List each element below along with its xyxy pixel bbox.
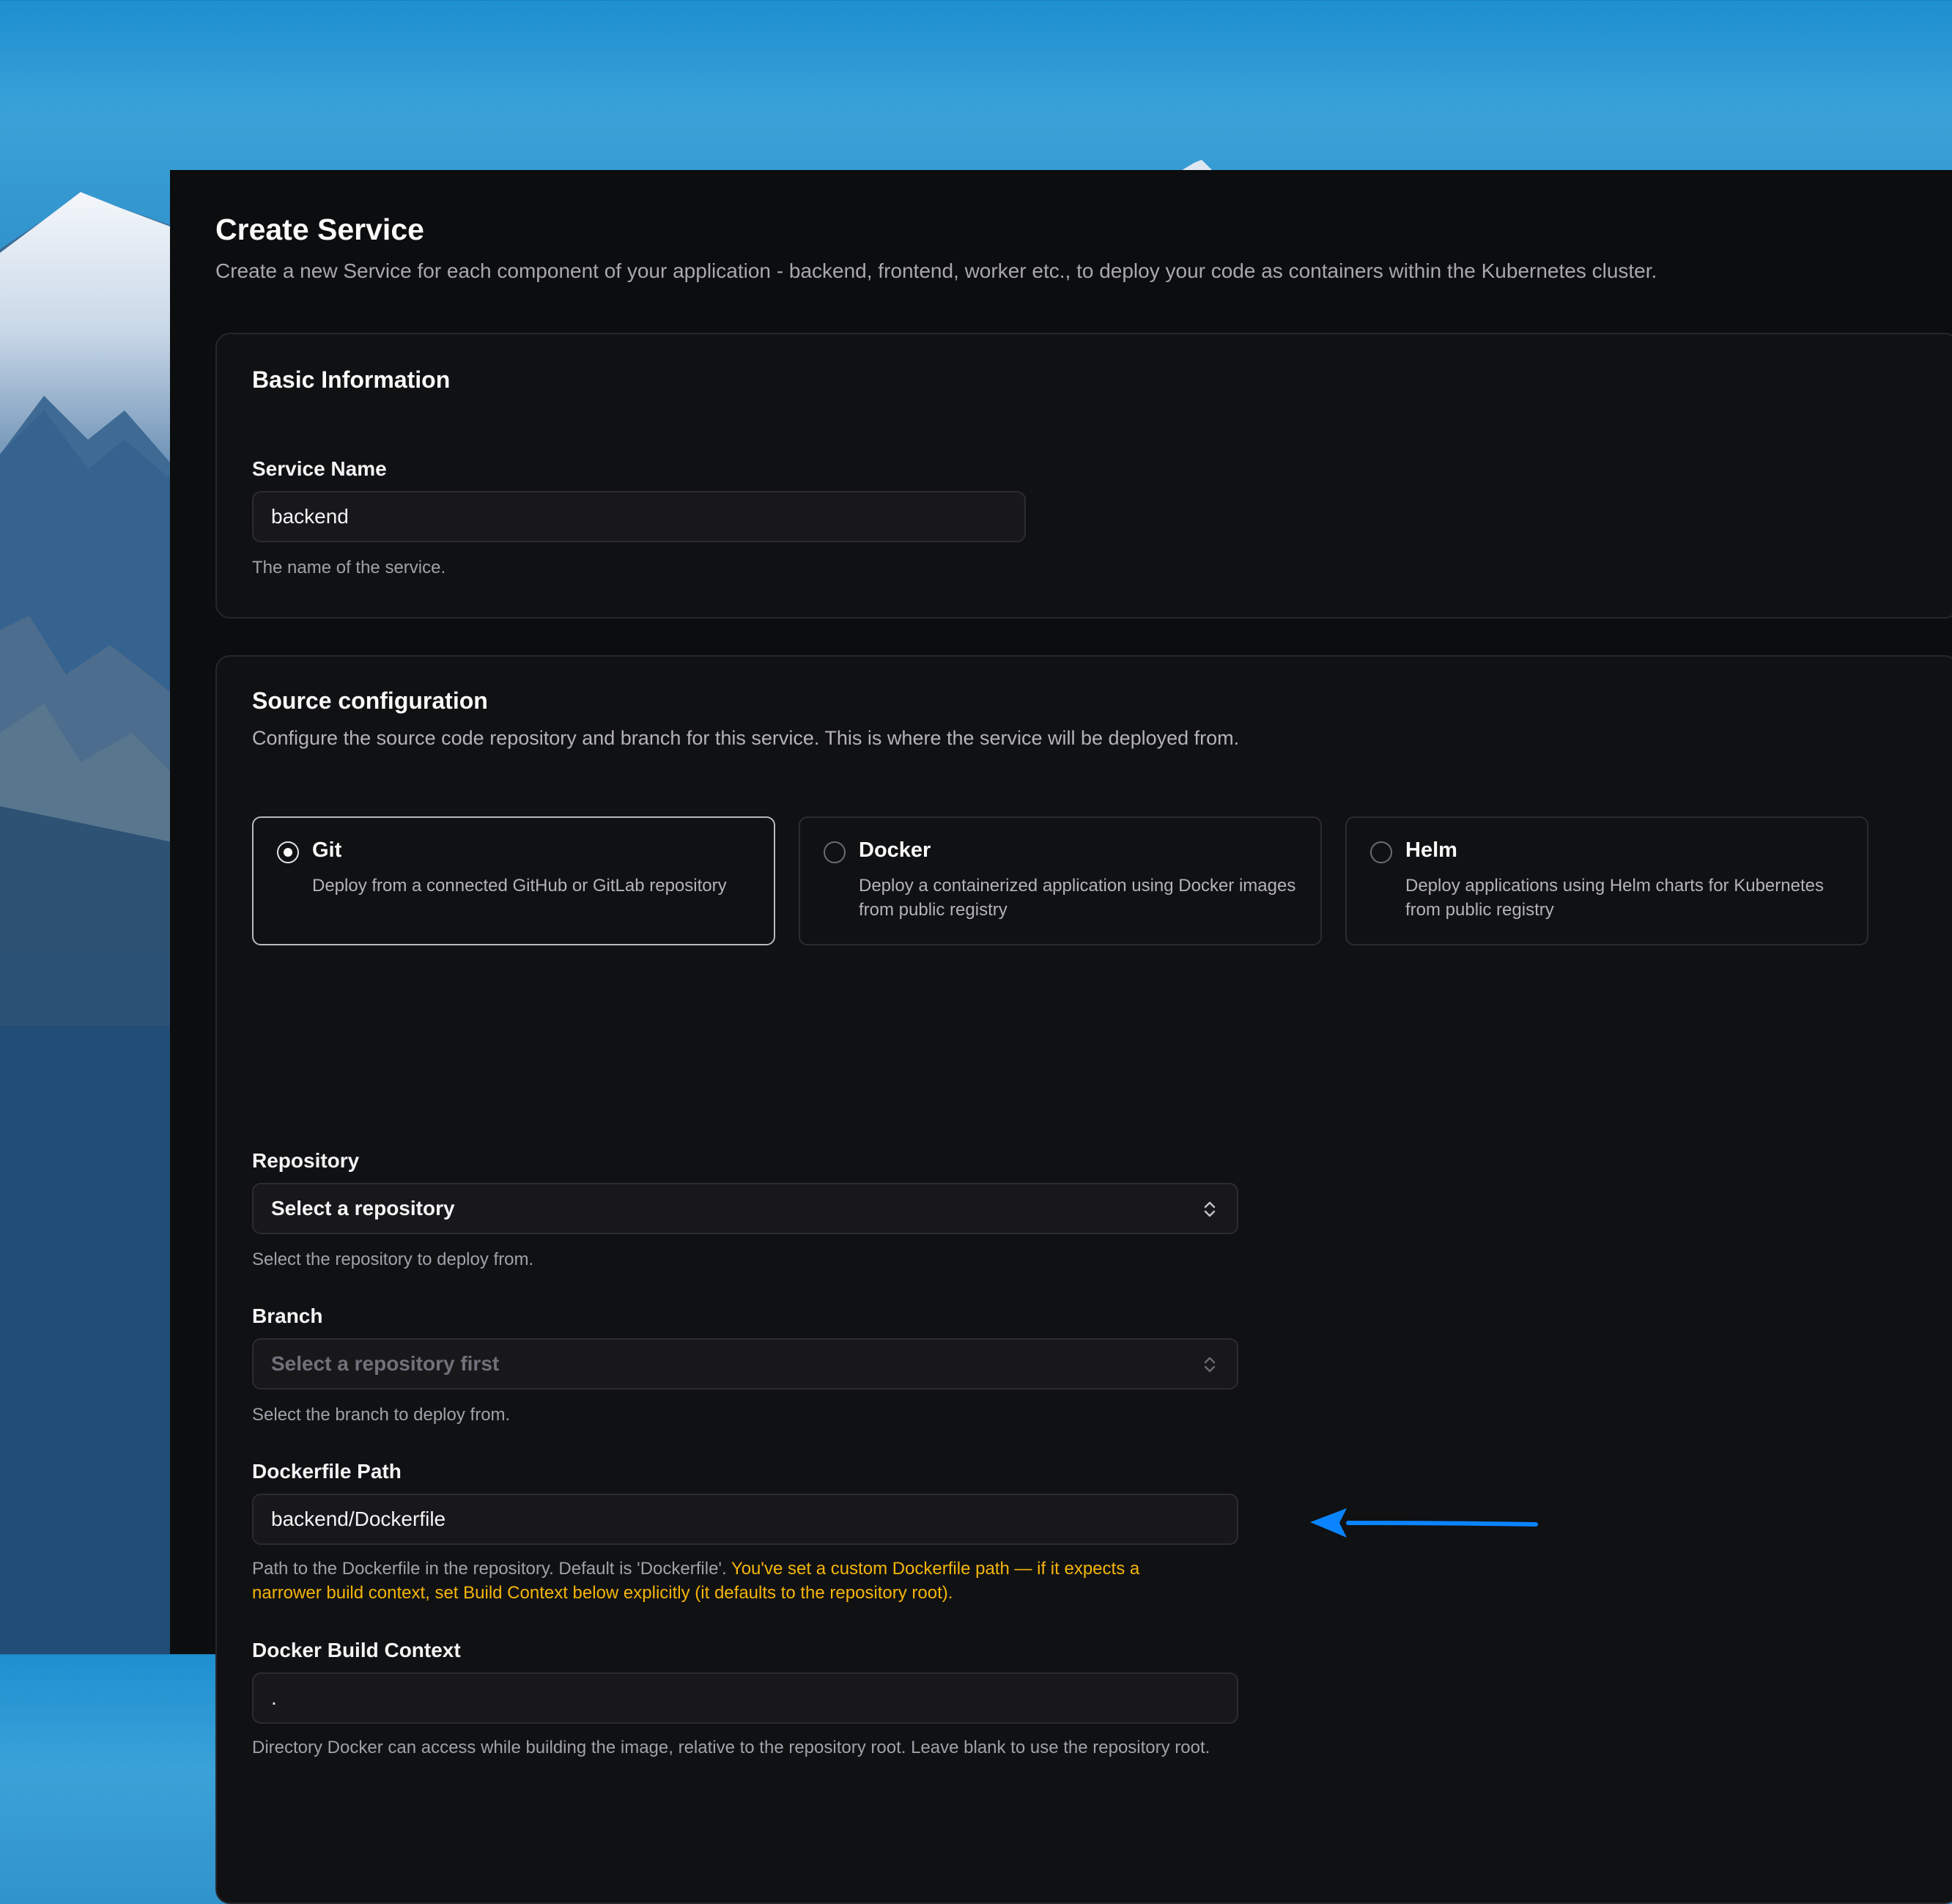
- chevron-up-down-icon: [1204, 1201, 1216, 1217]
- option-description: Deploy from a connected GitHub or GitLab…: [312, 876, 727, 896]
- radio-selected-icon[interactable]: [277, 841, 299, 863]
- source-option-git[interactable]: Git Deploy from a connected GitHub or Gi…: [252, 816, 775, 945]
- service-name-input[interactable]: backend: [252, 491, 1026, 542]
- service-name-hint: The name of the service.: [252, 558, 446, 578]
- option-description: Deploy a containerized application using…: [859, 876, 1296, 920]
- branch-select-value: Select a repository first: [271, 1352, 500, 1375]
- branch-hint: Select the branch to deploy from.: [252, 1405, 511, 1425]
- repository-label: Repository: [252, 1149, 360, 1172]
- build-context-input[interactable]: .: [252, 1672, 1238, 1724]
- radio-icon[interactable]: [824, 841, 846, 863]
- source-configuration-card: Source configuration Configure the sourc…: [215, 655, 1952, 1904]
- source-configuration-title: Source configuration: [252, 687, 488, 714]
- repository-hint: Select the repository to deploy from.: [252, 1250, 534, 1269]
- basic-information-card: Basic Information Service Name backend T…: [215, 333, 1952, 619]
- branch-label: Branch: [252, 1305, 323, 1327]
- build-context-hint: Directory Docker can access while buildi…: [252, 1738, 1210, 1757]
- mountain-background: [0, 192, 176, 1654]
- page-title: Create Service: [215, 213, 424, 246]
- source-configuration-description: Configure the source code repository and…: [252, 727, 1240, 749]
- build-context-label: Docker Build Context: [252, 1639, 461, 1661]
- basic-information-title: Basic Information: [252, 366, 451, 393]
- option-title: Git: [312, 838, 342, 862]
- source-option-docker[interactable]: Docker Deploy a containerized applicatio…: [799, 816, 1322, 945]
- dockerfile-path-hint: Path to the Dockerfile in the repository…: [252, 1557, 1197, 1605]
- chevron-up-down-icon: [1204, 1357, 1216, 1373]
- annotation-arrow-icon: [1310, 1508, 1538, 1538]
- repository-select-value: Select a repository: [271, 1197, 455, 1219]
- page-description: Create a new Service for each component …: [215, 259, 1657, 282]
- repository-select[interactable]: Select a repository: [252, 1183, 1238, 1234]
- radio-icon[interactable]: [1370, 841, 1392, 863]
- service-name-label: Service Name: [252, 457, 387, 480]
- dockerfile-path-hint-text: Path to the Dockerfile in the repository…: [252, 1559, 727, 1579]
- dockerfile-path-input[interactable]: backend/Dockerfile: [252, 1494, 1238, 1545]
- option-description: Deploy applications using Helm charts fo…: [1405, 876, 1824, 920]
- option-title: Docker: [859, 838, 931, 862]
- dockerfile-path-label: Dockerfile Path: [252, 1460, 402, 1483]
- branch-select[interactable]: Select a repository first: [252, 1338, 1238, 1390]
- option-title: Helm: [1405, 838, 1457, 862]
- create-service-panel: Create Service Create a new Service for …: [170, 170, 1952, 1904]
- source-option-helm[interactable]: Helm Deploy applications using Helm char…: [1345, 816, 1868, 945]
